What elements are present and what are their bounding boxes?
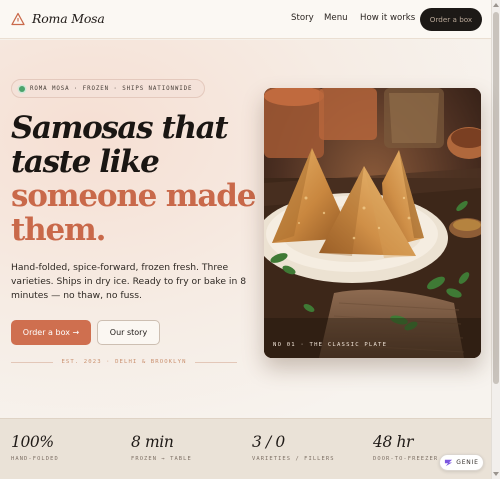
stat-value: 100% [11, 433, 54, 451]
header-order-button[interactable]: Order a box [420, 8, 482, 31]
headline-line-1: Samosas that [11, 110, 229, 146]
stat-value: 8 min [131, 433, 174, 451]
status-pill-text: ROMA MOSA · FROZEN · SHIPS NATIONWIDE [30, 85, 193, 92]
scroll-up-arrow-icon[interactable] [493, 3, 499, 7]
divider-line [11, 361, 54, 363]
photo-caption: NO 01 · THE CLASSIC PLATE [273, 342, 388, 348]
stat-value: 3 / 0 [252, 433, 285, 451]
samosa-plate-image [264, 88, 481, 358]
genie-label: GENIE [456, 459, 479, 466]
brand-logo-link[interactable]: Roma Mosa [11, 11, 105, 26]
genie-spark-icon [445, 459, 453, 467]
stat-hand-folded: 100% HAND-FOLDED [11, 433, 59, 462]
scroll-down-arrow-icon[interactable] [493, 472, 499, 476]
stat-frozen-to-table: 8 min FROZEN → TABLE [131, 433, 192, 462]
divider-line [194, 361, 238, 363]
status-dot-icon [19, 85, 25, 92]
brand-name: Roma Mosa [32, 11, 105, 26]
page-scrollbar[interactable] [491, 0, 500, 479]
stat-label: HAND-FOLDED [11, 456, 59, 462]
scrollbar-thumb[interactable] [493, 12, 499, 384]
established-row: EST. 2023 · DELHI & BROOKLYN [11, 357, 238, 367]
stat-value: 48 hr [373, 433, 414, 451]
stat-label: DOOR-TO-FREEZER [373, 456, 439, 462]
stat-label: VARIETIES / FILLERS [252, 456, 335, 462]
order-box-button[interactable]: Order a box → [11, 320, 91, 345]
nav-link-story[interactable]: Story [291, 13, 314, 23]
hero-headline: Samosas that taste like someone made the… [11, 110, 256, 248]
our-story-button[interactable]: Our story [97, 320, 160, 345]
headline-line-3: someone made [11, 178, 256, 214]
established-text: EST. 2023 · DELHI & BROOKLYN [61, 359, 187, 365]
stat-label: FROZEN → TABLE [131, 456, 192, 462]
genie-assistant-button[interactable]: GENIE [439, 454, 484, 471]
samosa-photo: NO 01 · THE CLASSIC PLATE [264, 88, 481, 358]
nav-link-how-it-works[interactable]: How it works [360, 13, 415, 23]
nav-link-menu[interactable]: Menu [324, 13, 348, 23]
headline-line-4: them. [11, 212, 106, 248]
stat-door-to-freezer: 48 hr DOOR-TO-FREEZER [373, 433, 438, 462]
triangle-logo-icon [11, 12, 25, 25]
top-nav-bar: Roma Mosa Story Menu How it works Order … [0, 0, 491, 39]
stats-bar: 100% HAND-FOLDED 8 min FROZEN → TABLE 3 … [0, 418, 491, 479]
headline-line-2: taste like [11, 144, 160, 180]
status-pill: ROMA MOSA · FROZEN · SHIPS NATIONWIDE [11, 79, 205, 98]
hero-description: Hand-folded, spice-forward, frozen fresh… [11, 262, 247, 301]
stat-varieties-fillers: 3 / 0 VARIETIES / FILLERS [252, 433, 335, 462]
